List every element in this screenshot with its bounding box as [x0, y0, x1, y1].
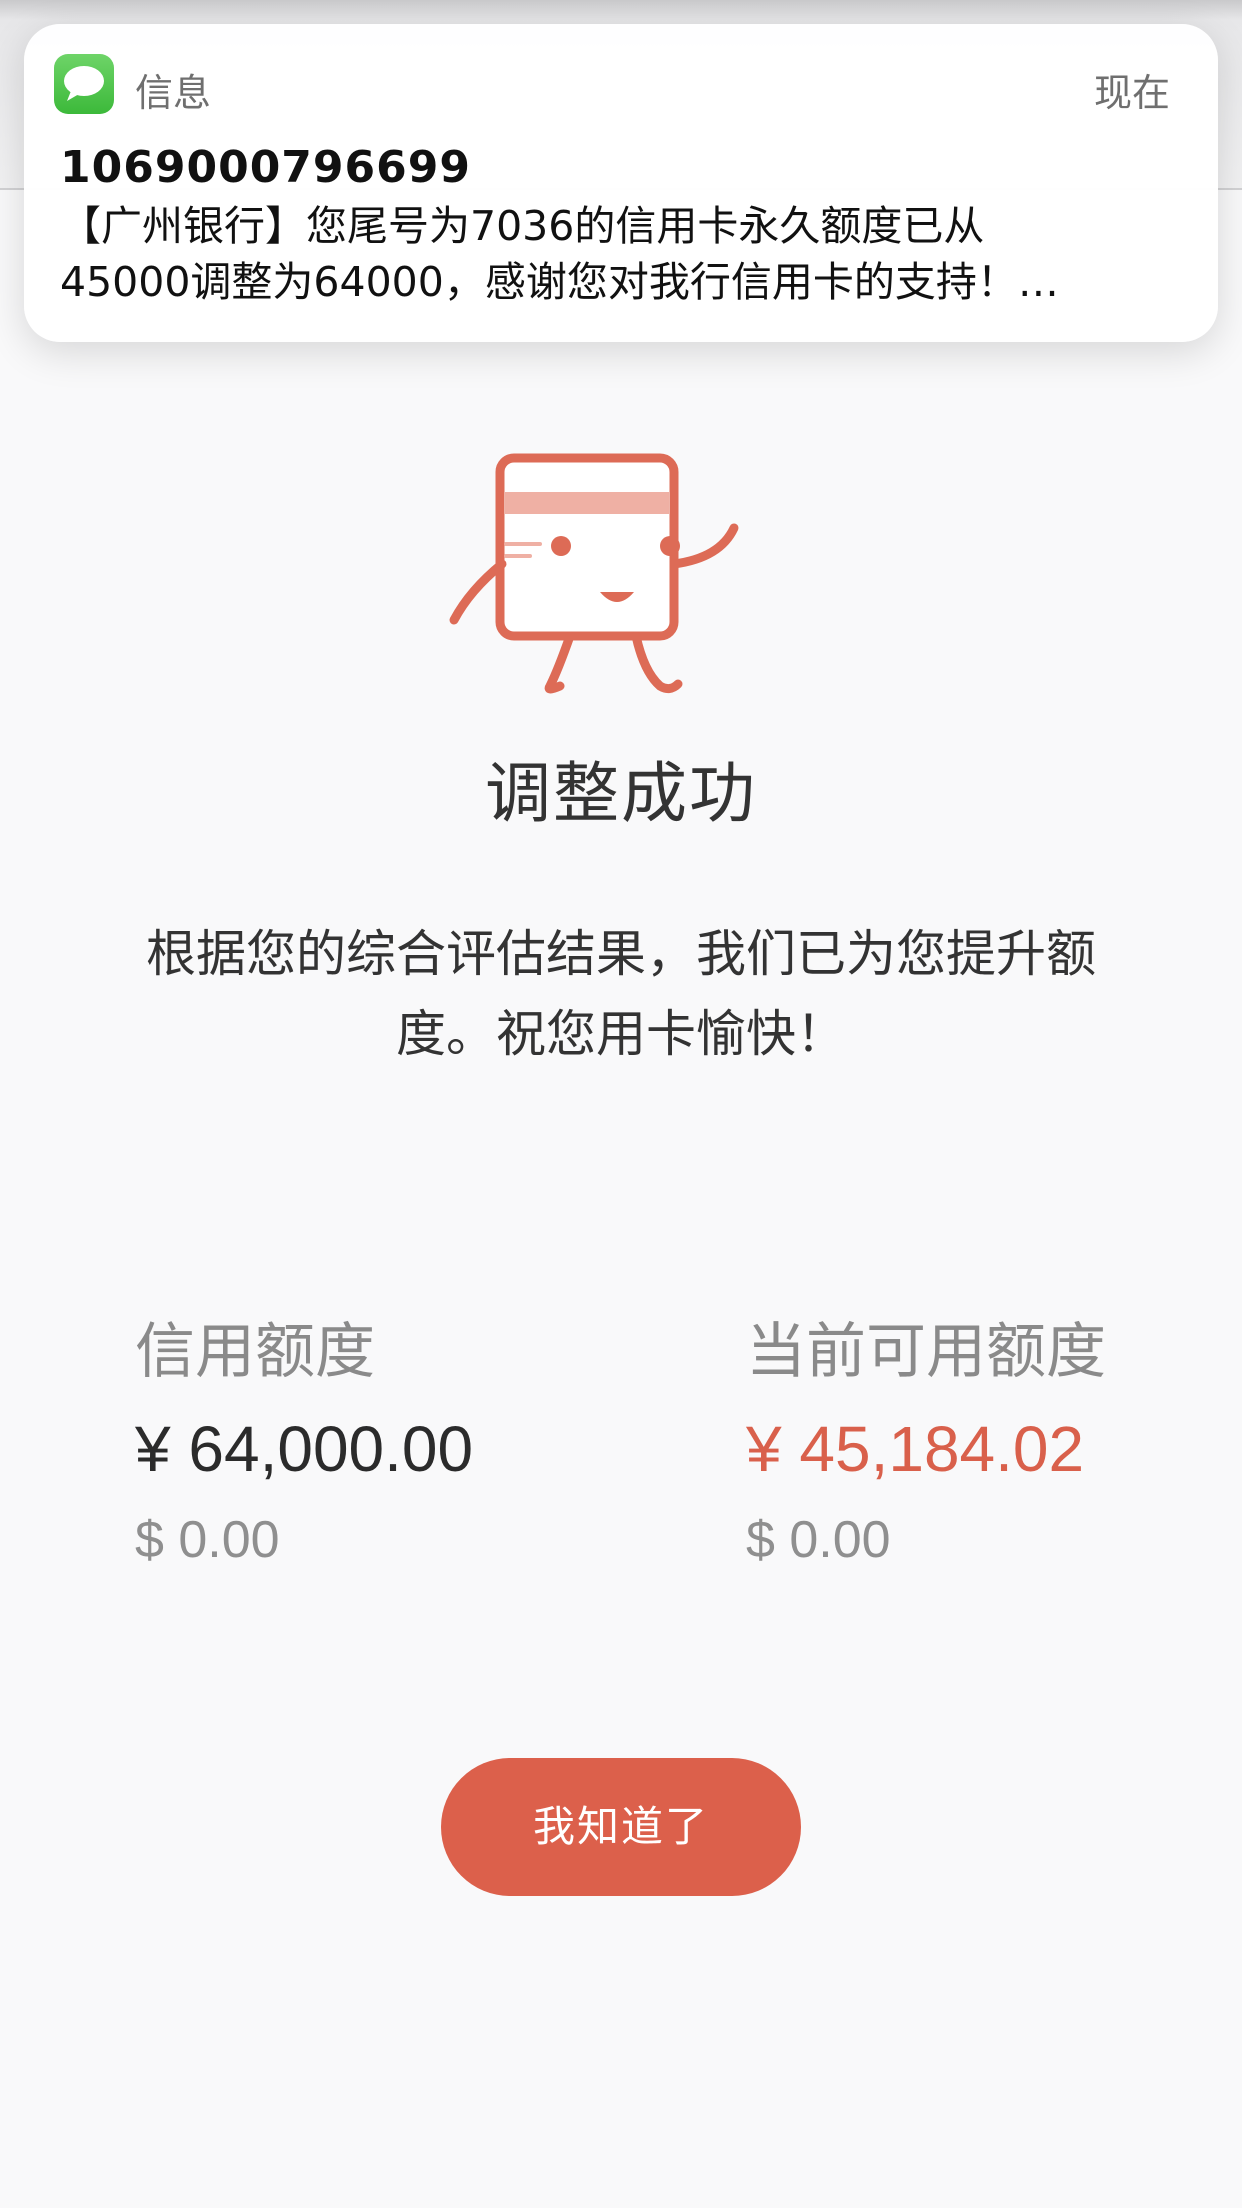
confirm-button[interactable]: 我知道了 — [441, 1758, 801, 1896]
screen: 信息 现在 1069000796699 【广州银行】您尾号为7036的信用卡永久… — [0, 0, 1242, 2208]
credit-limit-usd: $ 0.00 — [135, 1511, 280, 1569]
available-limit-label: 当前可用额度 — [746, 1317, 1106, 1387]
messages-icon — [54, 54, 114, 114]
credit-limit-block: 信用额度 ¥ 64,000.00 $ 0.00 — [135, 1312, 473, 1568]
available-limit-usd: $ 0.00 — [746, 1511, 891, 1569]
credit-limit-cny: ¥ 64,000.00 — [135, 1413, 474, 1485]
result-description: 根据您的综合评估结果，我们已为您提升额度。祝您用卡愉快！ — [146, 925, 1096, 1063]
available-limit-cny: ¥ 45,184.02 — [746, 1413, 1085, 1485]
page-title: 调整成功 — [485, 755, 757, 832]
available-limit-block: 当前可用额度 ¥ 45,184.02 $ 0.00 — [746, 1312, 1106, 1568]
notification-time: 现在 — [1093, 71, 1170, 115]
credit-limit-label: 信用额度 — [135, 1317, 375, 1387]
notification-app-name: 信息 — [135, 71, 212, 115]
notification-sender: 1069000796699 — [60, 142, 471, 193]
sms-notification-banner[interactable]: 信息 现在 1069000796699 【广州银行】您尾号为7036的信用卡永久… — [24, 24, 1218, 342]
notification-body: 【广州银行】您尾号为7036的信用卡永久额度已从 45000调整为64000，感… — [60, 202, 1059, 306]
credit-card-mascot-icon — [440, 440, 810, 710]
